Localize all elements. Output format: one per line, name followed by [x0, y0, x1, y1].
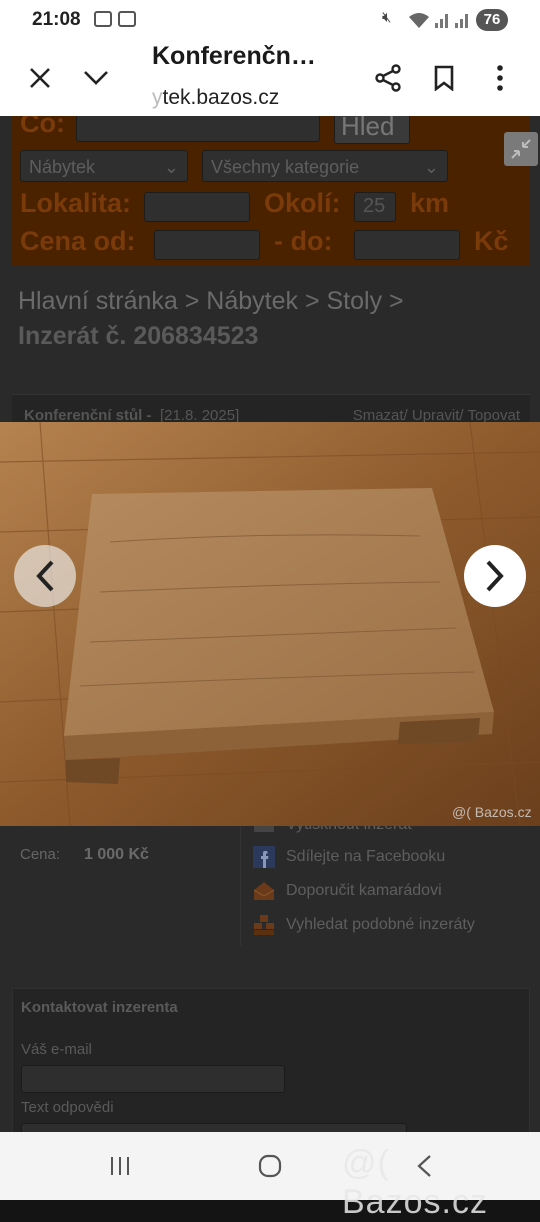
category-select-value: Nábytek — [29, 157, 96, 177]
facebook-icon — [253, 846, 275, 868]
currency-label: Kč — [474, 226, 509, 256]
next-photo-button[interactable] — [464, 545, 526, 607]
email-field[interactable] — [21, 1065, 285, 1093]
locality-input[interactable] — [144, 192, 250, 222]
search-form: Co: Hled Nábytek ⌄ Všechny kategorie ⌄ Lok… — [12, 116, 538, 266]
wifi-icon — [409, 13, 429, 28]
signal-icon-2 — [455, 14, 468, 28]
shrink-icon[interactable] — [504, 132, 538, 166]
price-from-label: Cena od: — [20, 226, 136, 256]
close-icon[interactable] — [16, 54, 64, 102]
divider — [240, 816, 241, 946]
price-from-input[interactable] — [154, 230, 260, 260]
url-prefix: y — [152, 86, 163, 109]
similar-label: Vyhledat podobné inzeráty — [286, 916, 475, 933]
reply-label: Text odpovědi — [21, 1099, 114, 1116]
page-title: Konferenčn… — [152, 42, 316, 70]
envelope-icon — [253, 882, 275, 900]
photo-watermark: @( Bazos.cz — [452, 804, 532, 820]
search-button[interactable]: Hled — [334, 116, 410, 144]
price-value: 1 000 Kč — [84, 846, 149, 863]
recents-icon[interactable] — [100, 1146, 140, 1186]
share-icon[interactable] — [364, 54, 412, 102]
notification-icon — [118, 11, 136, 27]
chevron-left-icon — [36, 560, 54, 592]
share-label: Sdílejte na Facebooku — [286, 848, 446, 865]
radius-input[interactable]: 25 — [354, 192, 396, 222]
contact-form: Kontaktovat inzerenta Váš e-mail Text od… — [12, 988, 530, 1132]
bookmark-icon[interactable] — [420, 54, 468, 102]
table-photo-image — [0, 422, 540, 826]
listing-number: Inzerát č. 206834523 — [18, 322, 259, 350]
more-vert-icon[interactable] — [476, 54, 524, 102]
breadcrumb: Hlavní stránka > Nábytek > Stoly > Inzer… — [18, 284, 528, 354]
signal-icon — [435, 14, 448, 28]
co-label: Co: — [20, 116, 65, 138]
contact-heading: Kontaktovat inzerenta — [21, 999, 178, 1016]
listing-header: Konferenční stůl - [21.8. 2025] Smazat/ … — [12, 394, 530, 424]
price-label: Cena: — [20, 846, 61, 863]
browser-toolbar: Konferenčn… ytek.bazos.cz — [0, 40, 540, 116]
email-label: Váš e-mail — [21, 1041, 92, 1058]
screen-record-icon — [94, 11, 112, 27]
listing-photo[interactable] — [0, 422, 540, 826]
price-to-input[interactable] — [354, 230, 460, 260]
subcategory-select-value: Všechny kategorie — [211, 157, 360, 177]
status-time: 21:08 — [32, 9, 81, 30]
breadcrumb-path[interactable]: Hlavní stránka > Nábytek > Stoly > — [18, 287, 404, 315]
overlay-watermark: @( Bazos.cz — [342, 1144, 488, 1221]
boxes-icon — [254, 915, 274, 935]
subcategory-select[interactable]: Všechny kategorie ⌄ — [202, 150, 448, 182]
chevron-down-icon[interactable] — [72, 54, 120, 102]
recommend-label: Doporučit kamarádovi — [286, 882, 442, 899]
chevron-right-icon — [486, 560, 504, 592]
battery-indicator: 76 — [476, 9, 508, 31]
chevron-down-icon: ⌄ — [163, 157, 179, 177]
url-domain: tek.bazos.cz — [162, 86, 280, 109]
home-icon[interactable] — [250, 1146, 290, 1186]
status-bar: 21:08 🔇︎ 76 — [0, 0, 540, 40]
prev-photo-button[interactable] — [14, 545, 76, 607]
locality-label: Lokalita: — [20, 188, 132, 218]
reply-field[interactable] — [21, 1123, 407, 1132]
radius-unit: km — [410, 188, 450, 218]
radius-label: Okolí: — [264, 188, 341, 218]
chevron-down-icon: ⌄ — [423, 157, 439, 177]
mute-icon: 🔇︎ — [382, 9, 393, 26]
page-url[interactable]: ytek.bazos.cz — [152, 86, 279, 110]
search-input[interactable] — [76, 116, 320, 142]
category-select[interactable]: Nábytek ⌄ — [20, 150, 188, 182]
price-to-label: - do: — [274, 226, 333, 256]
